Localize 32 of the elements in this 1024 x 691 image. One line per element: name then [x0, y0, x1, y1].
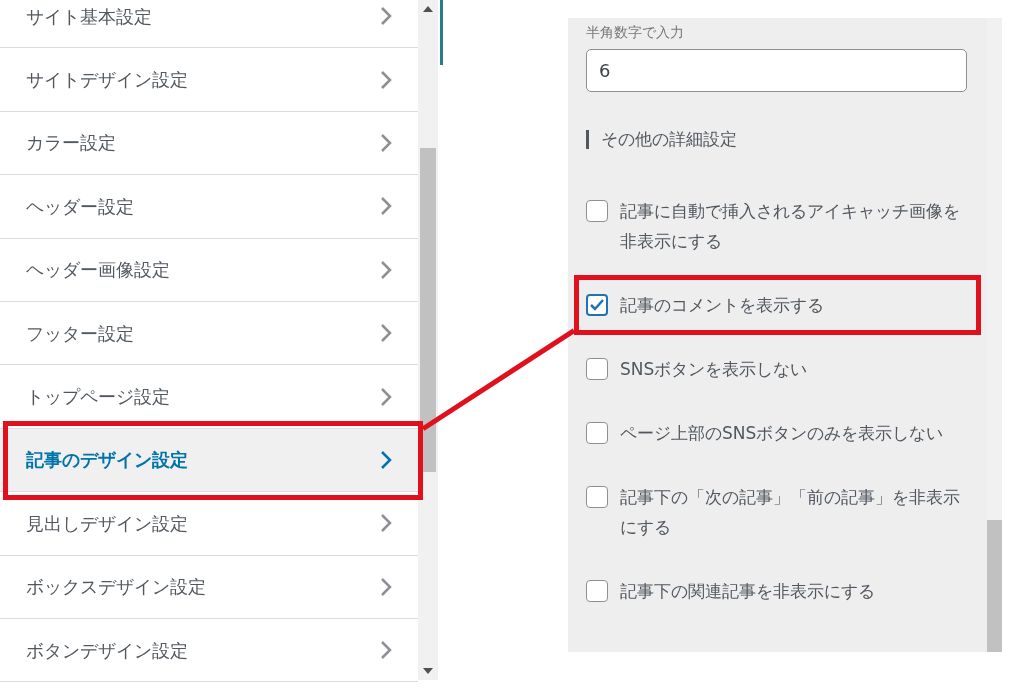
menu-item[interactable]: 記事のデザイン設定: [0, 428, 418, 493]
chevron-icon: [380, 386, 392, 407]
chevron-icon: [380, 576, 392, 597]
option-label: 記事に自動で挿入されるアイキャッチ画像を非表示にする: [620, 199, 961, 253]
field-label: 半角数字で入力: [586, 23, 685, 42]
option-label: 記事下の「次の記事」「前の記事」を非表示にする: [620, 485, 961, 539]
option-label: SNSボタンを表示しない: [620, 357, 808, 381]
checkbox[interactable]: [586, 293, 608, 316]
checkbox[interactable]: [586, 199, 608, 222]
scrollbar[interactable]: [418, 0, 438, 680]
scroll-down-icon[interactable]: [423, 668, 433, 674]
section-heading: その他の詳細設定: [586, 130, 969, 149]
panel-edge: [440, 0, 443, 65]
checkbox[interactable]: [586, 357, 608, 380]
checkbox[interactable]: [586, 485, 608, 508]
chevron-icon: [380, 640, 392, 661]
chevron-icon: [380, 69, 392, 90]
checkbox[interactable]: [586, 579, 608, 602]
chevron-icon: [380, 196, 392, 217]
option-label: 記事下の関連記事を非表示にする: [620, 579, 875, 603]
option-label: ページ上部のSNSボタンのみを表示しない: [620, 421, 944, 445]
option-label: 記事のコメントを表示する: [620, 293, 824, 317]
chevron-icon: [380, 6, 392, 27]
chevron-icon: [380, 323, 392, 344]
check-icon: [590, 298, 604, 311]
number-input[interactable]: 6: [586, 49, 967, 92]
chevron-icon: [380, 513, 392, 534]
checkbox[interactable]: [586, 421, 608, 444]
chevron-icon: [380, 132, 392, 153]
chevron-icon: [380, 259, 392, 280]
scroll-up-icon[interactable]: [423, 6, 433, 12]
chevron-icon: [380, 449, 392, 470]
